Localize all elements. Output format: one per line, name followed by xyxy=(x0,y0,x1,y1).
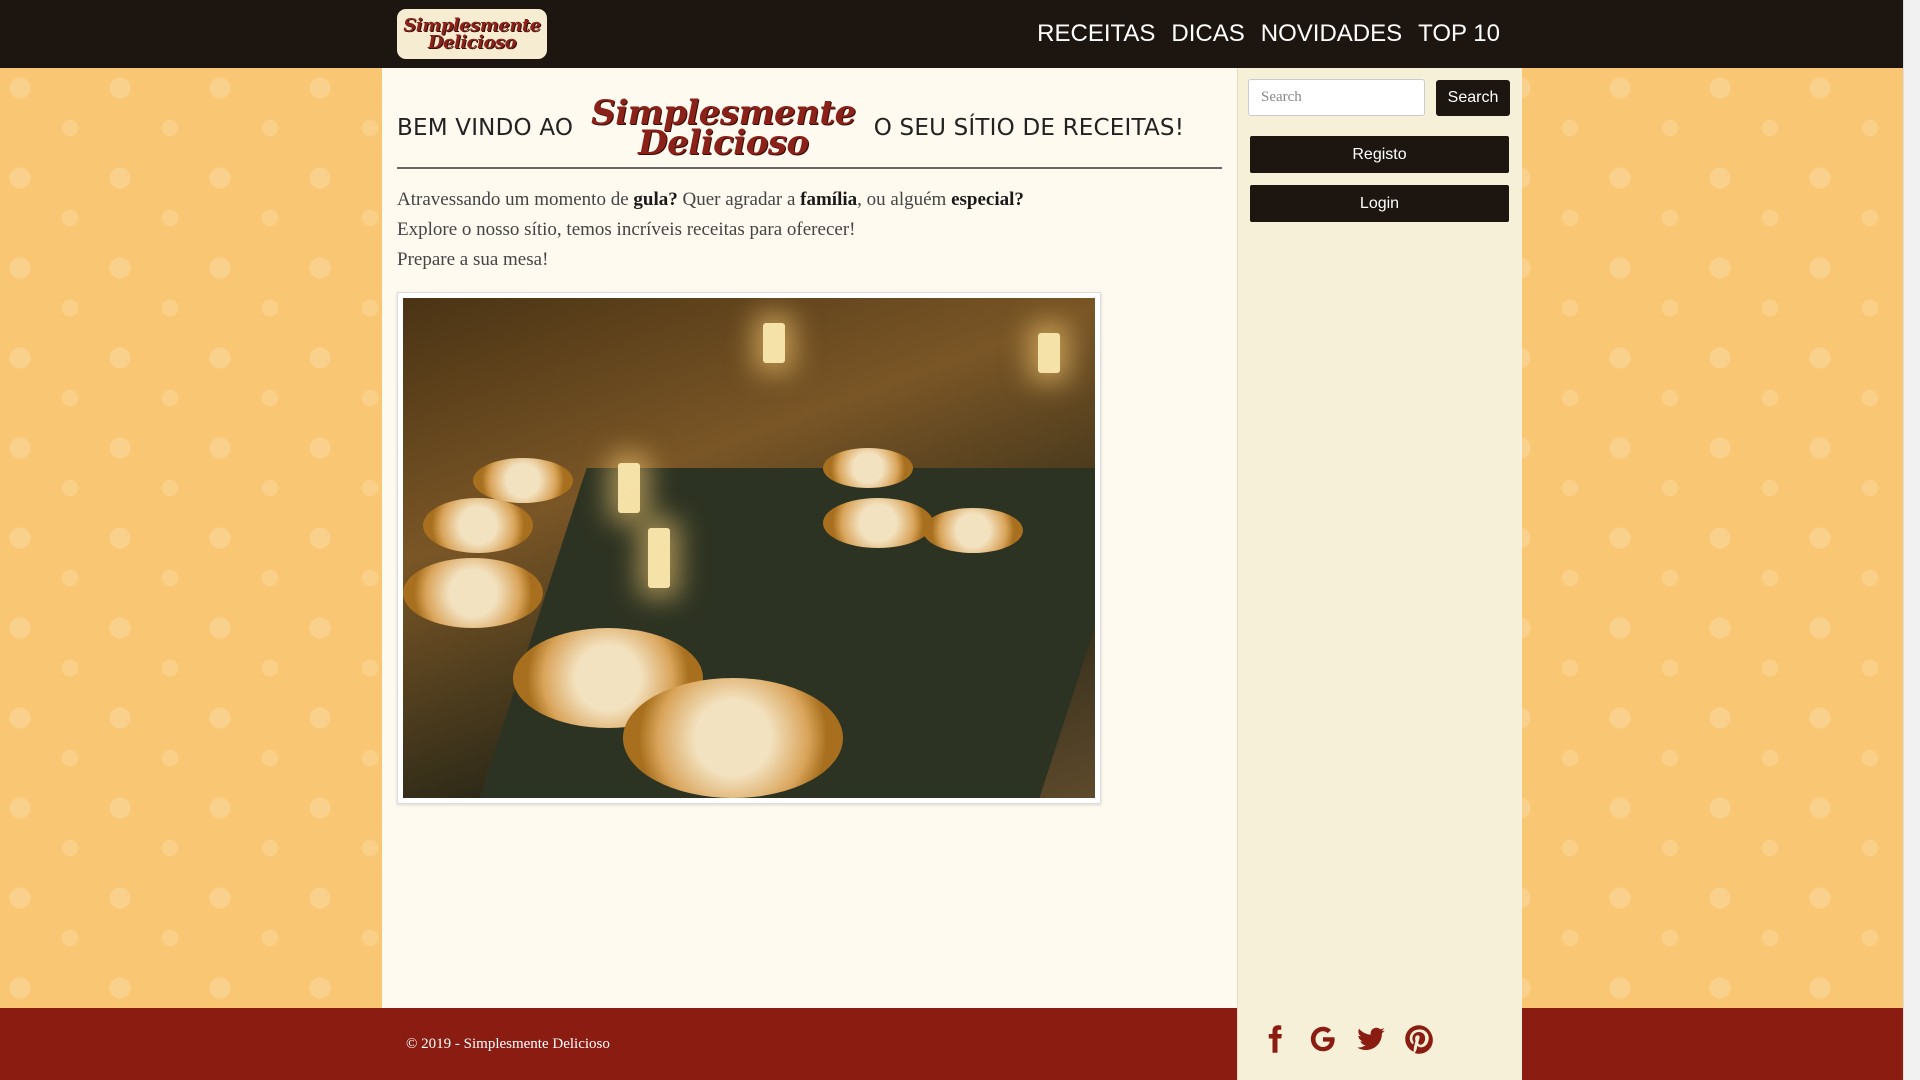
heading-divider xyxy=(397,167,1222,169)
footer-copyright: © 2019 - Simplesmente Delicioso xyxy=(406,1036,610,1052)
dinner-table-photo xyxy=(403,298,1095,798)
dinner-table-photo-frame xyxy=(397,292,1101,804)
pinterest-icon[interactable] xyxy=(1402,1020,1436,1058)
social-links xyxy=(1258,1020,1436,1058)
top-navbar: Simplesmente Delicioso RECEITAS DICAS NO… xyxy=(0,0,1903,68)
intro-text: Atravessando um momento de gula? Quer ag… xyxy=(397,185,1222,275)
main-content: BEM VINDO AO Simplesmente Delicioso O SE… xyxy=(382,68,1237,1008)
nav-receitas[interactable]: RECEITAS xyxy=(1037,20,1155,48)
nav-top-10[interactable]: TOP 10 xyxy=(1418,20,1500,48)
page-footer: © 2019 - Simplesmente Delicioso xyxy=(0,1008,1903,1080)
site-logo[interactable]: Simplesmente Delicioso xyxy=(397,9,547,59)
register-button[interactable]: Registo xyxy=(1250,136,1509,173)
nav-dicas[interactable]: DICAS xyxy=(1171,20,1244,48)
welcome-logo: Simplesmente Delicioso xyxy=(591,93,856,163)
login-button[interactable]: Login xyxy=(1250,185,1509,222)
search-button[interactable]: Search xyxy=(1436,80,1510,116)
welcome-prefix: BEM VINDO AO xyxy=(397,115,574,141)
intro-line-2: Explore o nosso sítio, temos incríveis r… xyxy=(397,219,856,240)
google-icon[interactable] xyxy=(1306,1020,1340,1058)
welcome-suffix: O SEU SÍTIO DE RECEITAS! xyxy=(873,115,1185,141)
right-sidebar: Search Registo Login xyxy=(1237,68,1522,1080)
intro-line-3: Prepare a sua mesa! xyxy=(397,249,549,270)
nav-novidades[interactable]: NOVIDADES xyxy=(1261,20,1402,48)
facebook-icon[interactable] xyxy=(1258,1020,1292,1058)
intro-line-1: Atravessando um momento de gula? Quer ag… xyxy=(397,189,1024,210)
search-input[interactable] xyxy=(1248,79,1425,116)
main-nav: RECEITAS DICAS NOVIDADES TOP 10 xyxy=(1037,0,1500,68)
page-scrollbar[interactable] xyxy=(1903,0,1920,1080)
welcome-heading: BEM VINDO AO Simplesmente Delicioso O SE… xyxy=(397,88,1222,168)
twitter-icon[interactable] xyxy=(1354,1020,1388,1058)
